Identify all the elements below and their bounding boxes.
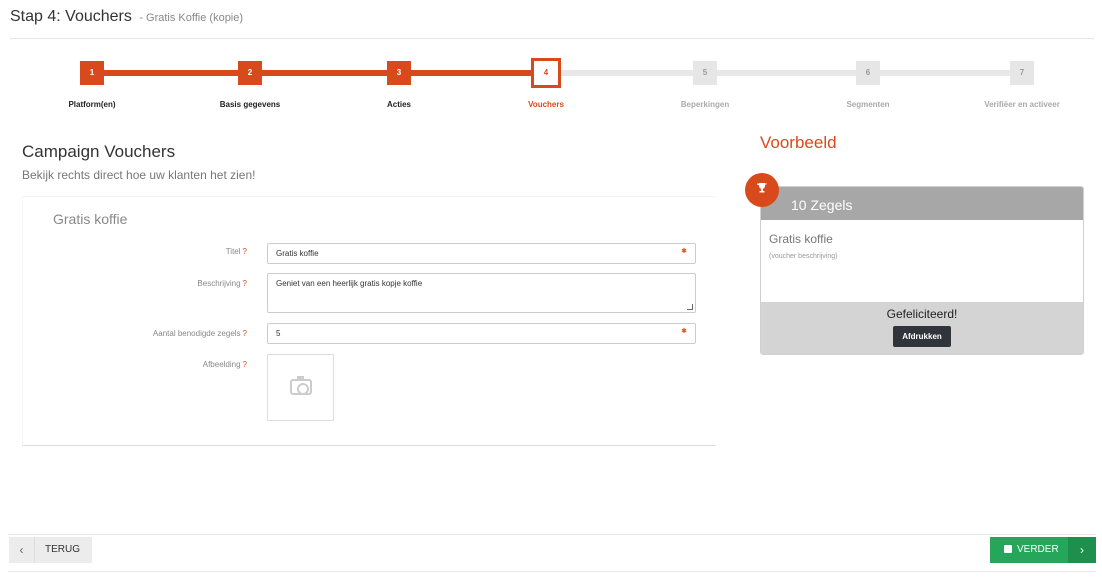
wizard-step-6[interactable]: 6 [856,61,880,85]
page-title: Stap 4: Vouchers [10,8,132,25]
trophy-glyph [757,183,767,193]
chevron-left-icon: ‹ [9,537,35,563]
camera-icon [290,376,312,395]
voucher-body: Gratis koffie (voucher beschrijving) [761,220,1083,302]
wizard-connector [104,70,238,76]
help-icon[interactable]: ? [243,360,247,369]
voucher-name: Gratis koffie [769,232,833,246]
wizard-connector [880,70,1010,76]
help-icon[interactable]: ? [243,329,247,338]
voucher-form: Gratis koffie Titel? Gratis koffie ✱ Bes… [22,196,716,446]
wizard-label-basis[interactable]: Basis gegevens [220,100,280,109]
wizard-step-5[interactable]: 5 [693,61,717,85]
wizard-label-verifieer[interactable]: Verifiëer en activeer [984,100,1060,109]
preview-title: Voorbeeld [760,133,837,152]
asterisk-icon: ✱ [681,328,687,335]
wizard-connector [411,70,531,76]
section-subtitle: Bekijk rechts direct hoe uw klanten het … [22,168,256,182]
help-icon[interactable]: ? [243,247,247,256]
back-button[interactable]: ‹ TERUG [9,537,92,563]
voucher-preview: 10 Zegels Gratis koffie (voucher beschri… [760,186,1084,355]
bottom-bar: ‹ TERUG VERDER › [8,534,1096,572]
next-label-wrap: VERDER [1004,544,1059,555]
wizard: 1 2 3 4 5 6 7 Platform(en) Basis gegeven… [0,58,1102,118]
description-textarea[interactable]: Geniet van een heerlijk gratis kopje kof… [267,273,696,313]
section-title: Campaign Vouchers [22,142,176,161]
wizard-step-1[interactable]: 1 [80,61,104,85]
description-label: Beschrijving? [197,279,247,288]
stamps-input[interactable]: 5 ✱ [267,323,696,344]
voucher-footer: Gefeliciteerd! Afdrukken [761,302,1083,354]
wizard-step-7[interactable]: 7 [1010,61,1034,85]
voucher-header: 10 Zegels [761,187,1083,220]
chevron-right-icon: › [1068,537,1096,563]
wizard-step-3[interactable]: 3 [387,61,411,85]
wizard-label-platforms[interactable]: Platform(en) [68,100,115,109]
wizard-label-vouchers[interactable]: Vouchers [528,100,564,109]
wizard-connector [717,70,856,76]
form-heading: Gratis koffie [53,211,128,227]
wizard-connector [561,70,694,76]
wizard-step-2[interactable]: 2 [238,61,262,85]
stamps-label: Aantal benodigde zegels? [152,329,247,338]
wizard-label-beperkingen[interactable]: Beperkingen [681,100,729,109]
next-button[interactable]: VERDER › [990,537,1096,563]
wizard-step-4[interactable]: 4 [531,58,561,88]
trophy-icon [745,173,779,207]
title-label: Titel? [225,247,247,256]
help-icon[interactable]: ? [243,279,247,288]
wizard-connector [262,70,387,76]
image-label: Afbeelding? [202,360,247,369]
wizard-label-acties[interactable]: Acties [387,100,411,109]
page-subtitle: - Gratis Koffie (kopie) [139,12,244,24]
resize-handle-icon[interactable] [687,304,693,310]
page-header: Stap 4: Vouchers - Gratis Koffie (kopie) [10,7,1094,39]
voucher-congrats: Gefeliciteerd! [886,307,958,321]
wizard-label-segmenten[interactable]: Segmenten [846,100,889,109]
image-upload[interactable] [267,354,334,421]
save-icon [1004,545,1012,553]
title-input[interactable]: Gratis koffie ✱ [267,243,696,264]
back-label: TERUG [45,544,80,555]
voucher-description: (voucher beschrijving) [769,253,838,260]
asterisk-icon: ✱ [681,248,687,255]
print-button[interactable]: Afdrukken [893,326,951,347]
